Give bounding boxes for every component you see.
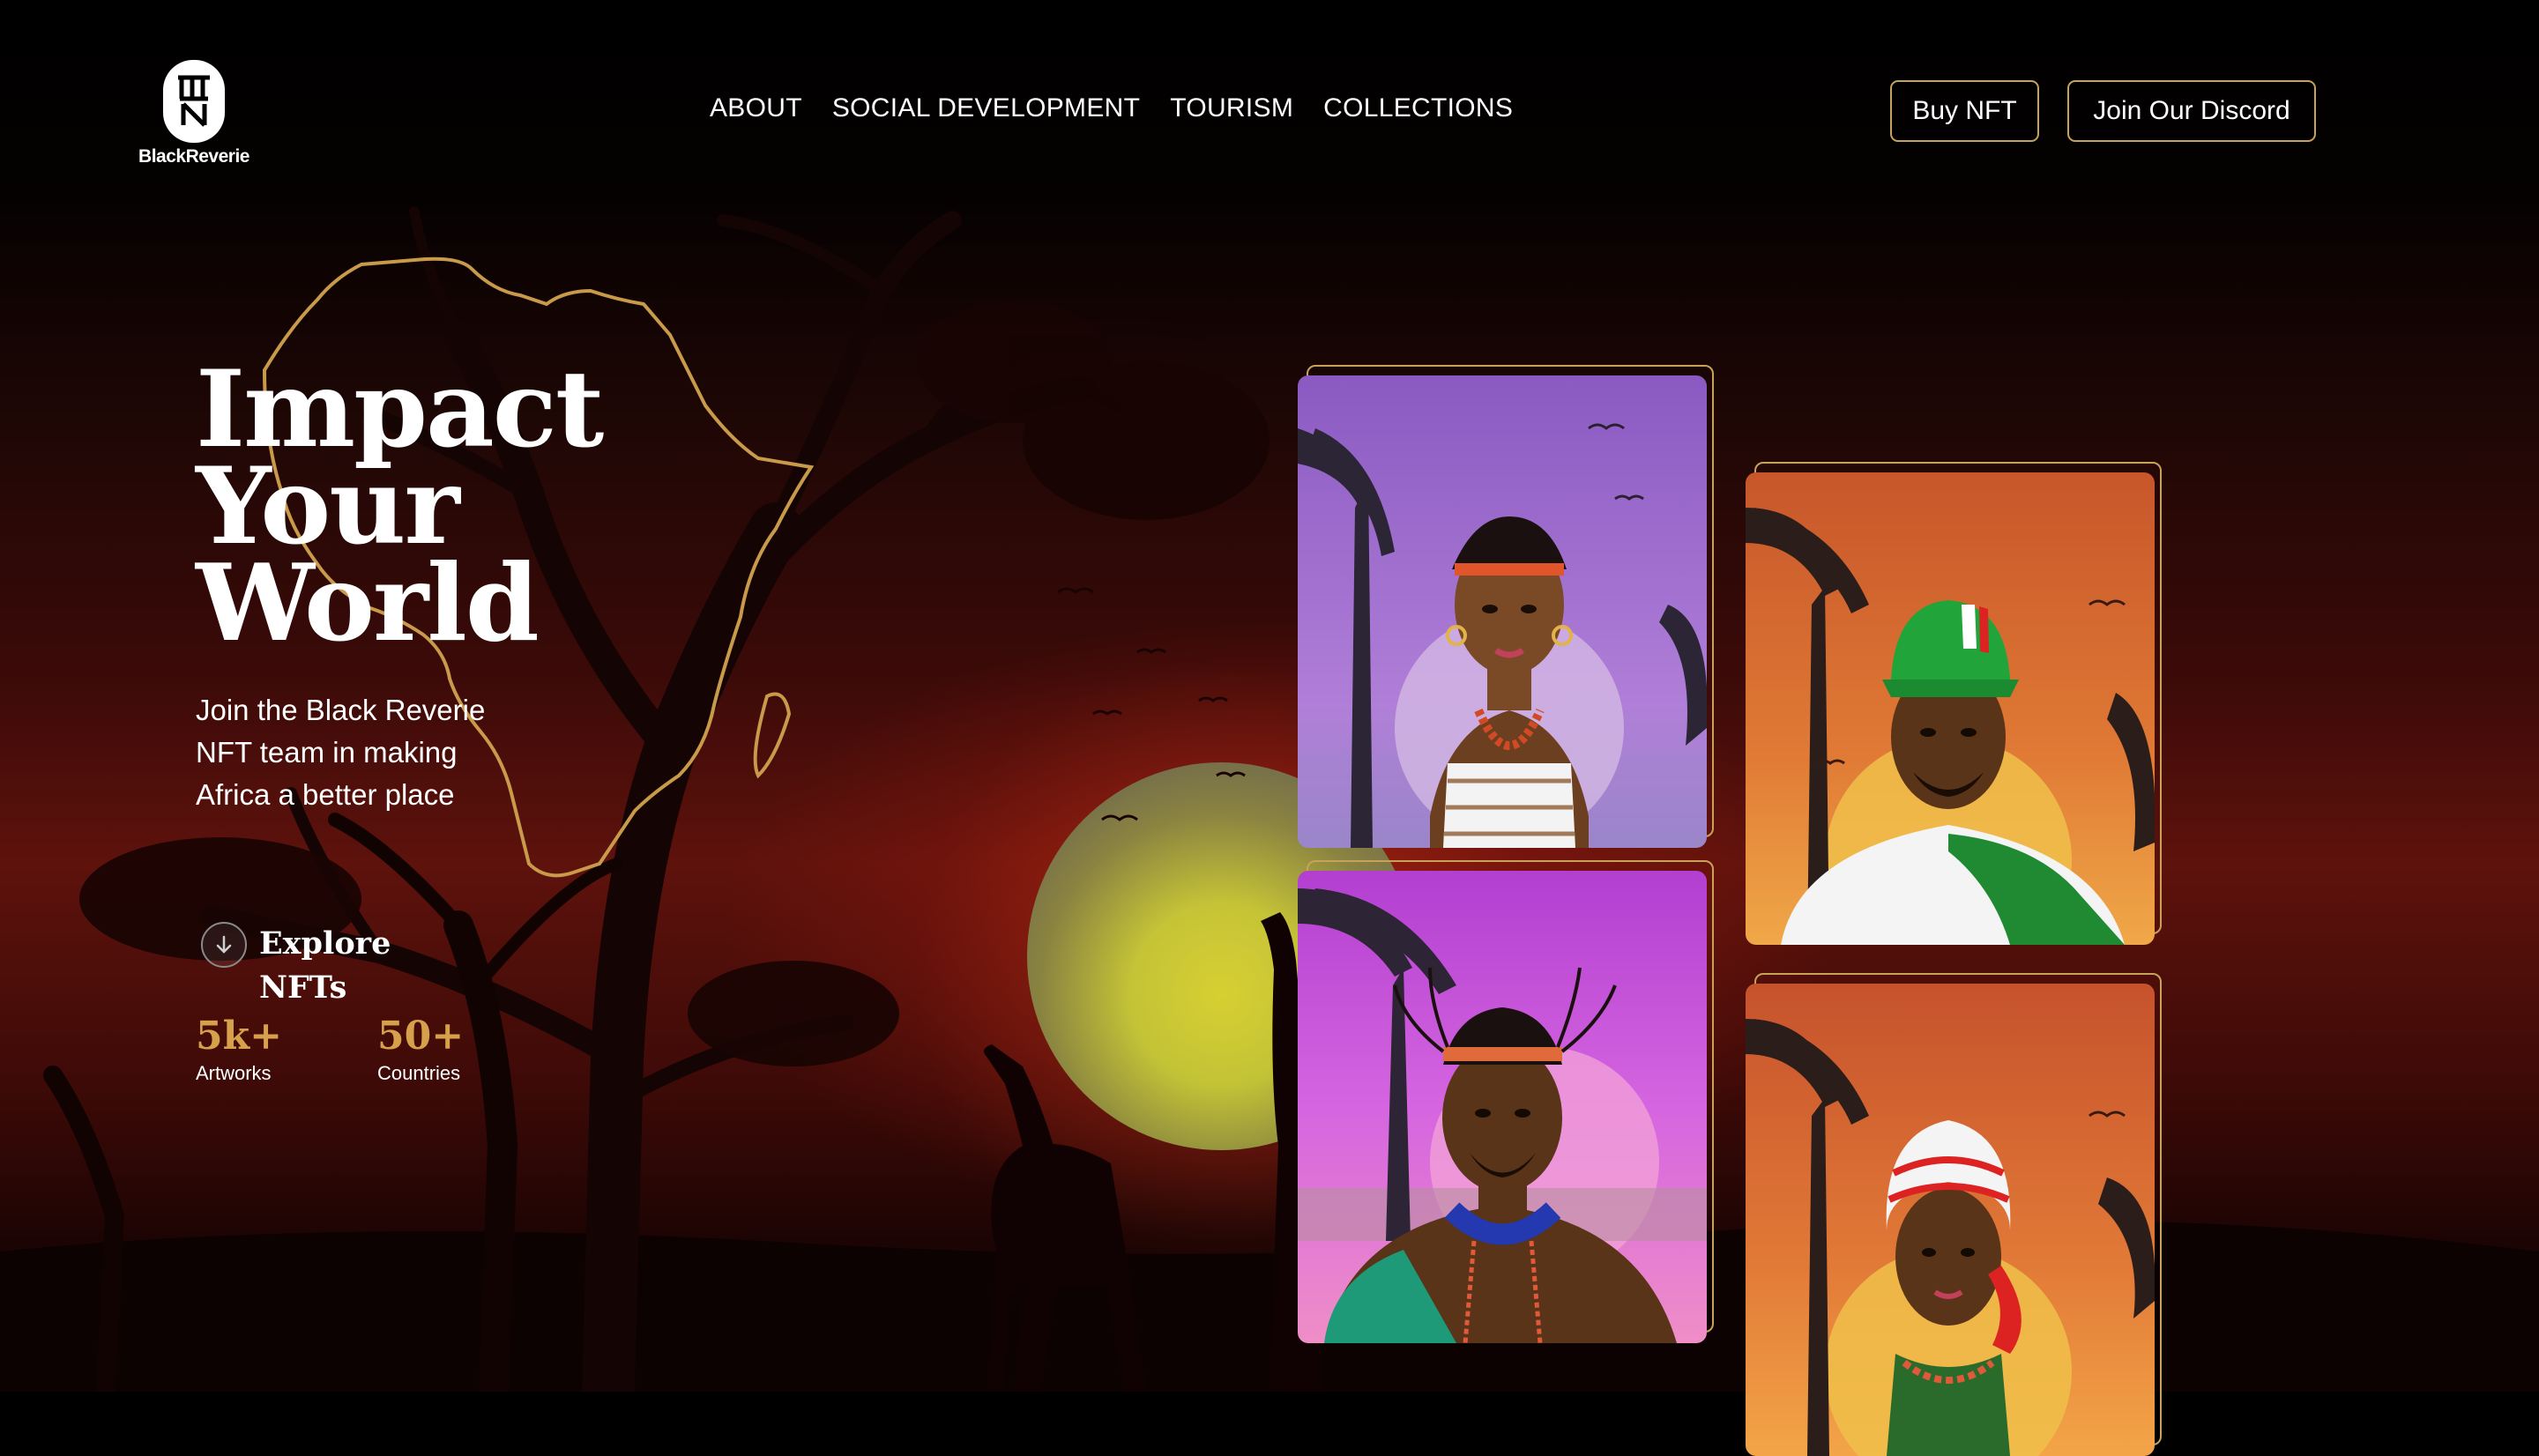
nft-avatar-orange-woman-headwrap-icon: [1746, 984, 2155, 1456]
buy-nft-button[interactable]: Buy NFT: [1890, 80, 2039, 142]
nft-avatar-purple-woman-icon: [1298, 375, 1707, 848]
stat-value: 50+: [377, 1014, 465, 1059]
nft-card-3[interactable]: [1298, 860, 1714, 1343]
subtext-line-2: NFT team in making: [196, 736, 458, 769]
nav-social-development[interactable]: SOCIAL DEVELOPMENT: [832, 93, 1140, 123]
stat-label: Countries: [377, 1062, 461, 1084]
stat-value: 5k+: [196, 1014, 282, 1059]
nav-collections[interactable]: COLLECTIONS: [1323, 93, 1513, 123]
main-nav: ABOUT SOCIAL DEVELOPMENT TOURISM COLLECT…: [710, 93, 1513, 123]
nft-avatar-orange-man-green-cap-icon: [1746, 472, 2155, 945]
logo-mark-icon: [163, 60, 225, 143]
nav-tourism[interactable]: TOURISM: [1170, 93, 1293, 123]
subtext-line-3: Africa a better place: [196, 778, 455, 811]
stat-artworks: 5k+ Artworks: [196, 1014, 282, 1085]
join-discord-button[interactable]: Join Our Discord: [2067, 80, 2316, 142]
subtext-line-1: Join the Black Reverie: [196, 694, 486, 726]
hero-subtext: Join the Black Reverie NFT team in makin…: [196, 689, 566, 816]
headline-line-3: World: [196, 541, 540, 665]
nft-avatar-pink-man-headband-icon: [1298, 871, 1707, 1343]
nft-card-1[interactable]: [1298, 365, 1714, 848]
brand-name: BlackReverie: [138, 146, 249, 167]
arrow-down-circle-icon: [201, 922, 247, 968]
brand-logo[interactable]: BlackReverie: [132, 60, 256, 175]
explore-nfts-button[interactable]: Explore NFTs: [201, 922, 409, 1010]
nft-card-4[interactable]: [1746, 973, 2162, 1456]
stat-countries: 50+ Countries: [377, 1014, 464, 1085]
explore-label: Explore NFTs: [259, 925, 391, 1006]
stat-label: Artworks: [196, 1062, 272, 1084]
nav-about[interactable]: ABOUT: [710, 93, 802, 123]
nft-card-2[interactable]: [1746, 462, 2162, 945]
hero-headline: Impact Your World: [196, 357, 742, 665]
